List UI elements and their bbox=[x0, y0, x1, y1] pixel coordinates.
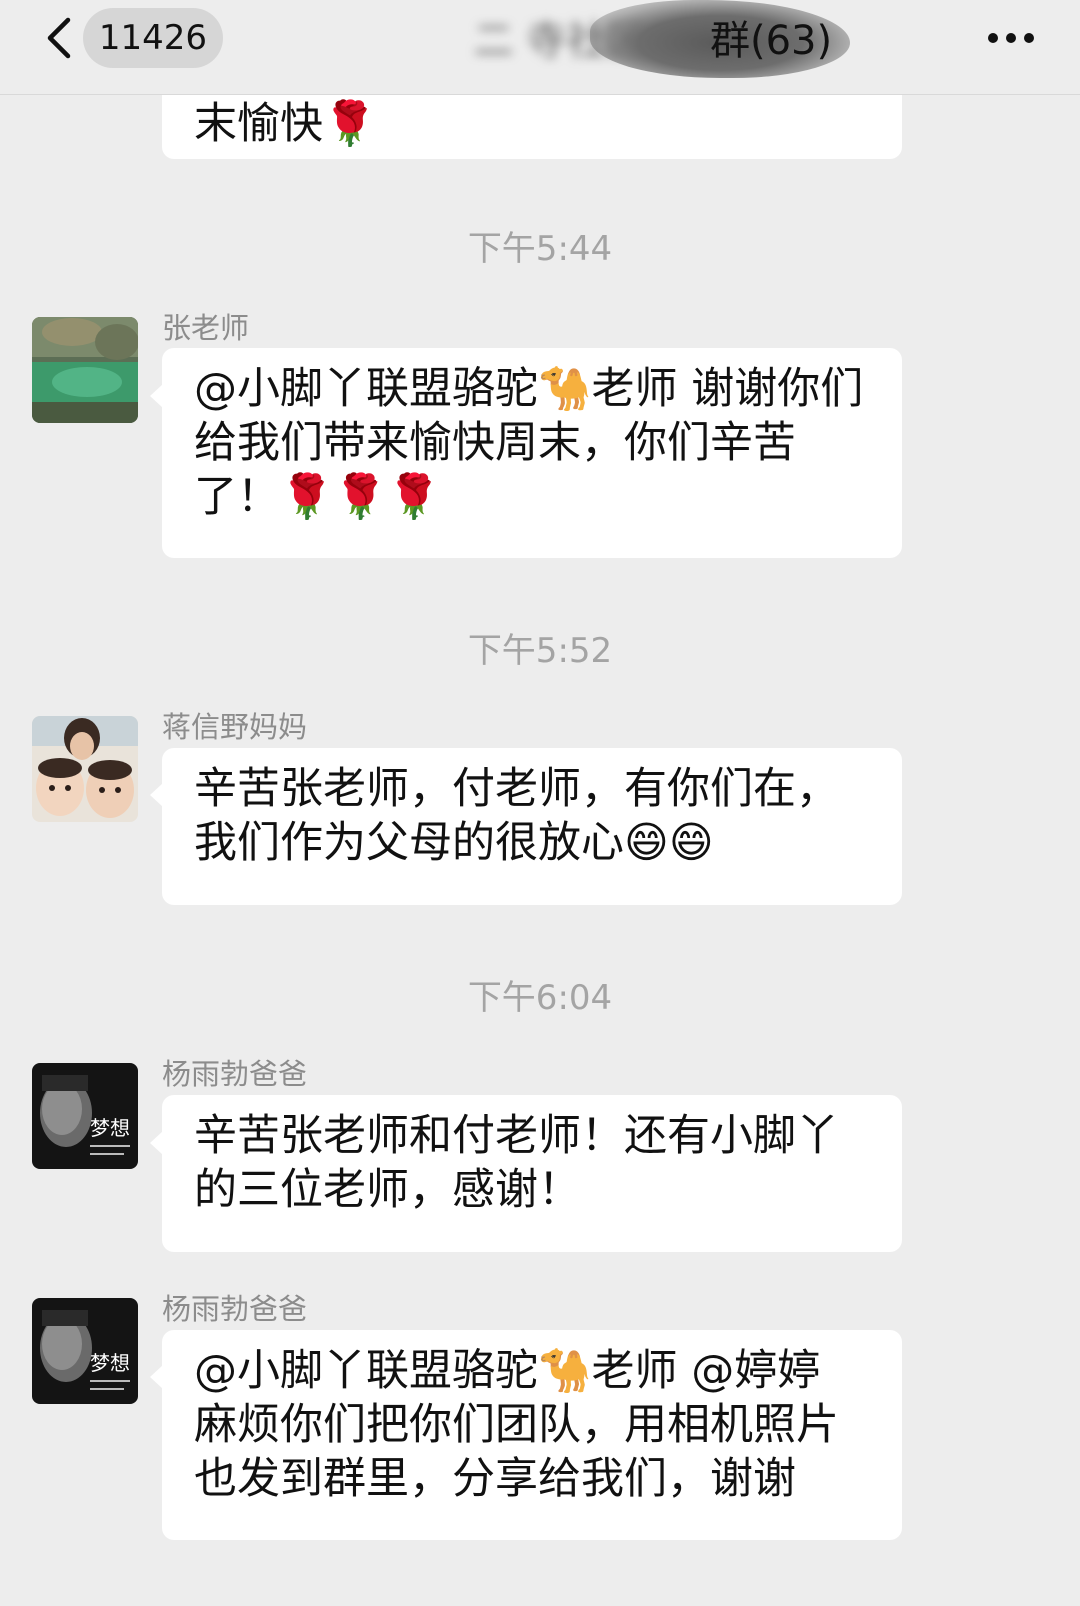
message-bubble[interactable]: @小脚丫联盟骆驼🐪老师 谢谢你们给我们带来愉快周末，你们辛苦了！🌹🌹🌹 bbox=[162, 348, 902, 558]
avatar[interactable]: 梦想 bbox=[32, 1063, 138, 1169]
message-bubble[interactable]: @小脚丫联盟骆驼🐪老师 @婷婷 麻烦你们把你们团队，用相机照片也发到群里，分享给… bbox=[162, 1330, 902, 1540]
sender-name: 蒋信野妈妈 bbox=[162, 710, 308, 744]
chat-title: 二 寺社区 群(63) bbox=[250, 0, 870, 78]
avatar[interactable] bbox=[32, 716, 138, 822]
avatar-text: 梦想 bbox=[90, 1351, 130, 1375]
message-bubble[interactable]: 辛苦张老师和付老师！还有小脚丫的三位老师，感谢！ bbox=[162, 1095, 902, 1252]
message-bubble[interactable]: 辛苦张老师，付老师，有你们在，我们作为父母的很放心😄😄 bbox=[162, 748, 902, 905]
sender-name: 张老师 bbox=[162, 311, 250, 345]
avatar-portrait-bw: 梦想 bbox=[32, 1298, 138, 1404]
avatar-landscape-image bbox=[32, 317, 138, 423]
chevron-left-icon[interactable] bbox=[40, 14, 80, 62]
sender-name: 杨雨勃爸爸 bbox=[162, 1292, 308, 1326]
top-nav-bar: 11426 二 寺社区 群(63) bbox=[0, 0, 1080, 95]
timestamp: 下午5:44 bbox=[467, 229, 613, 269]
timestamp: 下午6:04 bbox=[467, 978, 613, 1018]
message-list[interactable]: 末愉快🌹 下午5:44 张老师 @小脚丫联盟骆驼🐪老师 谢谢你们给我们带来愉快周… bbox=[0, 55, 1080, 1606]
avatar[interactable]: 梦想 bbox=[32, 1298, 138, 1404]
timestamp: 下午5:52 bbox=[467, 631, 613, 671]
avatar-text: 梦想 bbox=[90, 1116, 130, 1140]
avatar-portrait-bw: 梦想 bbox=[32, 1063, 138, 1169]
sender-name: 杨雨勃爸爸 bbox=[162, 1057, 308, 1091]
member-count: 群(63) bbox=[710, 18, 833, 64]
unread-count-badge[interactable]: 11426 bbox=[83, 8, 223, 68]
avatar-family-photo bbox=[32, 716, 138, 822]
more-options-icon[interactable] bbox=[986, 30, 1036, 46]
avatar[interactable] bbox=[32, 317, 138, 423]
